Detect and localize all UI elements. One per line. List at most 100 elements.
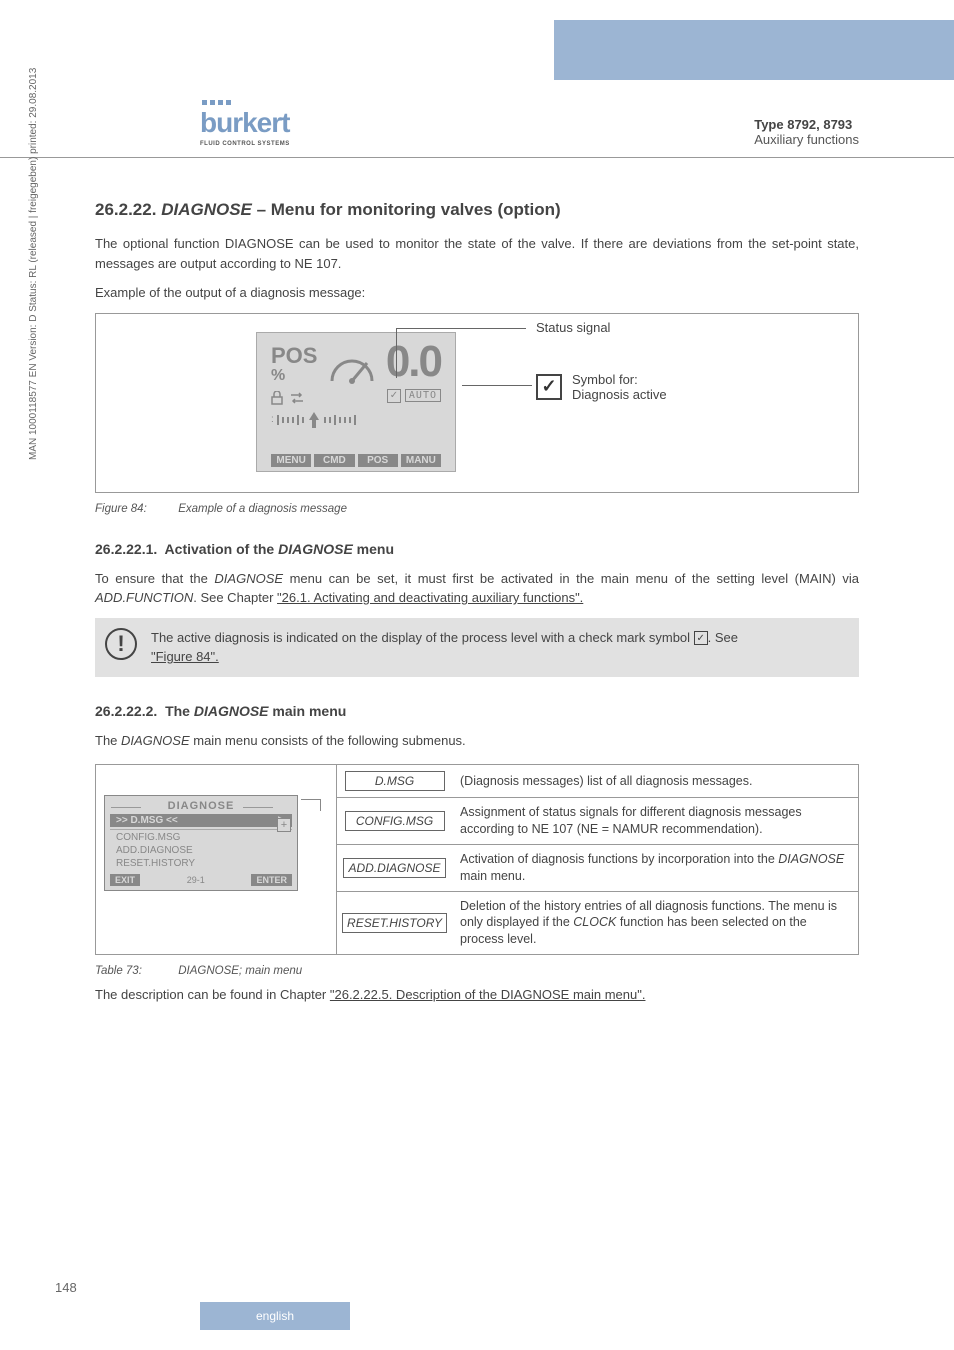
table-desc: Activation of diagnosis functions by inc… <box>452 845 858 891</box>
note-box: The active diagnosis is indicated on the… <box>95 618 859 677</box>
inline-check-icon: ✓ <box>694 631 708 645</box>
callout-symbol-line2: Diagnosis active <box>572 387 667 402</box>
section-number: 26.2.22. <box>95 200 156 219</box>
lcd-btn-cmd: CMD <box>314 454 354 467</box>
lcd-diagram: POS % 0.0 ✓ AUTO : <box>95 313 859 493</box>
note-text-post: . See <box>708 630 738 645</box>
menu-selected-text: >> D.MSG << <box>116 815 178 826</box>
sub2-intro-pre: The <box>95 733 121 748</box>
menu-device: DIAGNOSE >> D.MSG << ▶ + CONFIG.MSG ADD.… <box>104 795 298 891</box>
figure-text: Example of a diagnosis message <box>178 503 347 515</box>
sub2-intro: The DIAGNOSE main menu consists of the f… <box>95 731 859 751</box>
sub1-i2: ADD.FUNCTION <box>95 590 193 605</box>
lcd-auto-label: AUTO <box>405 389 441 402</box>
lcd-auto-row: ✓ AUTO <box>387 389 441 403</box>
bottom-pre: The description can be found in Chapter <box>95 987 330 1002</box>
lcd-percent-label: % <box>271 367 285 385</box>
sub2-intro-italic: DIAGNOSE <box>121 733 190 748</box>
intro-text: The optional function DIAGNOSE can be us… <box>95 236 859 271</box>
table-desc: Deletion of the history entries of all d… <box>452 892 858 955</box>
warning-icon <box>105 628 137 660</box>
note-link[interactable]: "Figure 84". <box>151 649 219 664</box>
sub2-intro-post: main menu consists of the following subm… <box>190 733 466 748</box>
figure-84-caption: Figure 84: Example of a diagnosis messag… <box>95 503 859 515</box>
lcd-check-icon: ✓ <box>387 389 401 403</box>
swap-icon <box>289 392 305 404</box>
table-key: D.MSG <box>345 771 445 791</box>
example-line: Example of the output of a diagnosis mes… <box>95 283 859 303</box>
callout-line-icon <box>396 328 526 378</box>
bottom-link[interactable]: "26.2.22.5. Description of the DIAGNOSE … <box>330 987 646 1002</box>
menu-device-column: DIAGNOSE >> D.MSG << ▶ + CONFIG.MSG ADD.… <box>96 765 306 954</box>
table-desc: Assignment of status signals for differe… <box>452 798 858 844</box>
menu-items-list: CONFIG.MSG ADD.DIAGNOSE RESET.HISTORY <box>110 829 292 871</box>
table-row: CONFIG.MSG Assignment of status signals … <box>337 798 858 845</box>
menu-selected-item: >> D.MSG << ▶ <box>110 814 292 827</box>
sub1-link[interactable]: "26.1. Activating and deactivating auxil… <box>277 590 583 605</box>
figure-label: Figure 84: <box>95 503 175 515</box>
menu-btn-enter: ENTER <box>251 874 292 886</box>
sub1-heading: 26.2.22.1. Activation of the DIAGNOSE me… <box>95 541 859 557</box>
callout-symbol: ✓ Symbol for: Diagnosis active <box>536 372 667 402</box>
menu-btn-mid: 29-1 <box>142 875 249 885</box>
callout-symbol-line1: Symbol for: <box>572 372 667 387</box>
aux-line: Auxiliary functions <box>754 132 859 147</box>
sub1-i1: DIAGNOSE <box>214 571 283 586</box>
sub2-italic: DIAGNOSE <box>194 703 269 719</box>
side-meta-text: MAN 1000118577 EN Version: D Status: RL … <box>28 68 39 460</box>
table-row: D.MSG (Diagnosis messages) list of all d… <box>337 765 858 798</box>
lcd-btn-pos: POS <box>358 454 398 467</box>
main-content: 26.2.22. DIAGNOSE – Menu for monitoring … <box>95 200 859 1015</box>
table-row: ADD.DIAGNOSE Activation of diagnosis fun… <box>337 845 858 892</box>
table-key: CONFIG.MSG <box>345 811 445 831</box>
sub1-t2: menu can be set, it must first be activa… <box>283 571 859 586</box>
logo-subtitle: FLUID CONTROL SYSTEMS <box>200 141 290 147</box>
sub1-italic: DIAGNOSE <box>278 541 353 557</box>
page-header: burkert FLUID CONTROL SYSTEMS Type 8792,… <box>0 100 954 158</box>
table-desc: (Diagnosis messages) list of all diagnos… <box>452 767 858 796</box>
menu-item: RESET.HISTORY <box>116 857 286 870</box>
lock-icon <box>271 391 283 405</box>
sub1-t1: To ensure that the <box>95 571 214 586</box>
page-number: 148 <box>55 1280 77 1295</box>
type-line: Type 8792, 8793 <box>754 117 859 132</box>
sub2-number: 26.2.22.2. <box>95 703 157 719</box>
section-heading: 26.2.22. DIAGNOSE – Menu for monitoring … <box>95 200 859 220</box>
menu-plus-icon: + <box>277 818 291 832</box>
menu-button-row: EXIT 29-1 ENTER <box>105 871 297 890</box>
menu-item: CONFIG.MSG <box>116 831 286 844</box>
connector-line-icon <box>301 799 321 811</box>
logo-dots-icon <box>202 100 231 105</box>
menu-table: D.MSG (Diagnosis messages) list of all d… <box>336 765 858 954</box>
table-73-caption: Table 73: DIAGNOSE; main menu <box>95 965 859 977</box>
header-color-band <box>554 20 954 80</box>
header-text-block: Type 8792, 8793 Auxiliary functions <box>754 117 859 147</box>
note-text-pre: The active diagnosis is indicated on the… <box>151 630 694 645</box>
lcd-btn-manu: MANU <box>401 454 441 467</box>
callout-line-icon <box>462 385 532 386</box>
callout-status-label: Status signal <box>536 320 610 335</box>
sub2-post: main menu <box>269 703 347 719</box>
table-key: RESET.HISTORY <box>342 913 447 933</box>
sub1-post: menu <box>353 541 394 557</box>
lcd-btn-menu: MENU <box>271 454 311 467</box>
menu-table-layout: DIAGNOSE >> D.MSG << ▶ + CONFIG.MSG ADD.… <box>95 764 859 955</box>
table-label: Table 73: <box>95 965 175 977</box>
table-row: RESET.HISTORY Deletion of the history en… <box>337 892 858 955</box>
bottom-paragraph: The description can be found in Chapter … <box>95 985 859 1005</box>
menu-btn-exit: EXIT <box>110 874 140 886</box>
lcd-dial-icon <box>327 351 377 391</box>
sub1-t3: . See Chapter <box>193 590 277 605</box>
lcd-status-icons <box>271 391 305 405</box>
sub1-number: 26.2.22.1. <box>95 541 157 557</box>
menu-item: ADD.DIAGNOSE <box>116 844 286 857</box>
sub1-body: To ensure that the DIAGNOSE menu can be … <box>95 569 859 608</box>
sub1-pre: Activation of the <box>165 541 279 557</box>
table-text: DIAGNOSE; main menu <box>178 965 302 977</box>
check-icon: ✓ <box>536 374 562 400</box>
table-key: ADD.DIAGNOSE <box>343 858 445 878</box>
lcd-button-row: MENU CMD POS MANU <box>271 454 441 467</box>
brand-logo: burkert FLUID CONTROL SYSTEMS <box>200 100 290 147</box>
section-heading-italic: DIAGNOSE <box>161 200 252 219</box>
sub2-pre: The <box>165 703 194 719</box>
